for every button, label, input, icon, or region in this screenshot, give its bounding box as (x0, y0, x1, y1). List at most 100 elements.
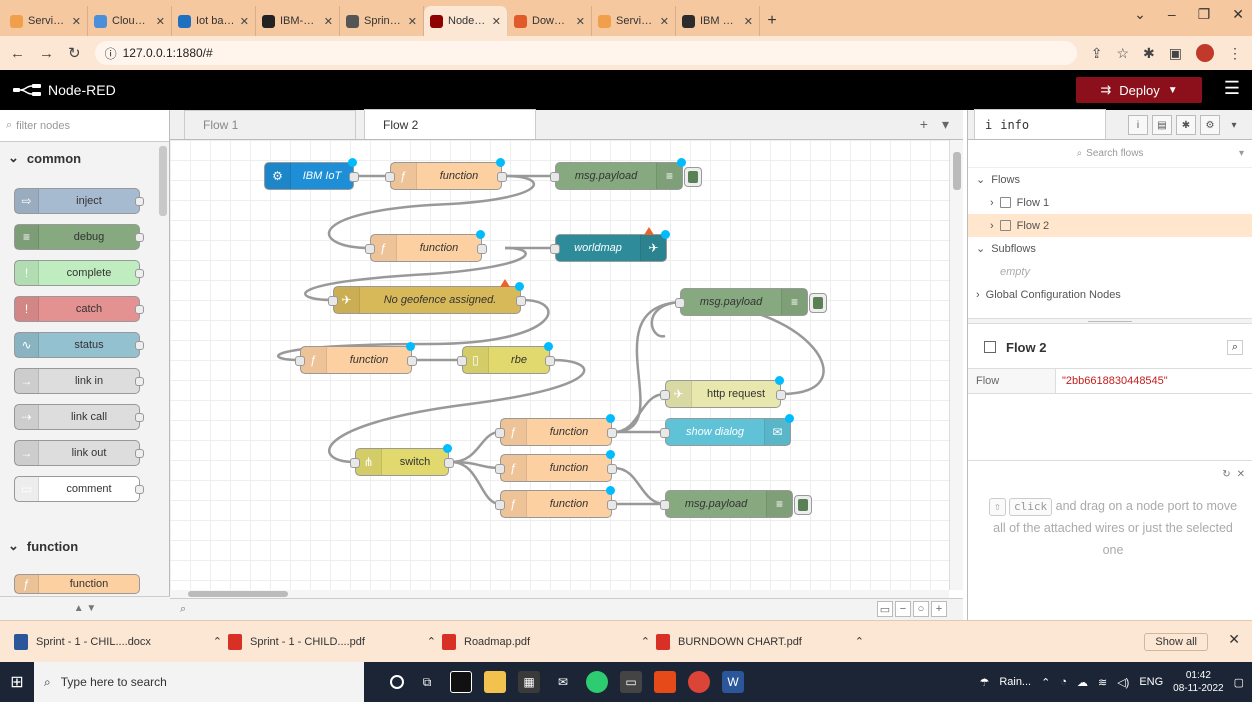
input-port[interactable] (660, 390, 670, 400)
chevron-down-icon[interactable]: ▾ (1239, 148, 1244, 159)
input-port[interactable] (550, 172, 560, 182)
palette-node-complete[interactable]: ! complete (14, 260, 144, 286)
close-tab-icon[interactable]: ✕ (492, 15, 501, 28)
weather-icon[interactable]: ☂ (979, 676, 989, 689)
close-tab-icon[interactable]: ✕ (72, 15, 81, 28)
bookmark-star-icon[interactable]: ☆ (1116, 45, 1129, 62)
download-item[interactable]: Sprint - 1 - CHIL....docx ⌃ (8, 633, 222, 650)
taskbar-search[interactable]: ⌕ Type here to search (34, 662, 364, 702)
browser-tab[interactable]: Node-RED ✕ (424, 6, 508, 36)
debug-bug-icon[interactable]: ✱ (1176, 115, 1196, 135)
output-port[interactable] (407, 356, 417, 366)
show-all-button[interactable]: Show all (1144, 633, 1208, 651)
input-port[interactable] (350, 458, 360, 468)
zoom-in-button[interactable]: + (931, 601, 947, 617)
collapse-all-icon[interactable]: ▲ ▼ (74, 603, 97, 614)
input-port[interactable] (295, 356, 305, 366)
scrollbar-thumb[interactable] (188, 591, 288, 597)
node-http-request[interactable]: ✈ http request (660, 376, 786, 408)
close-downloads-icon[interactable]: ✕ (1228, 631, 1240, 648)
url-bar[interactable]: ⓘ 127.0.0.1:1880/# (94, 41, 1077, 65)
browser-tab[interactable]: Service De ✕ (4, 6, 88, 36)
tray-chevron-icon[interactable]: ⌃ (1041, 676, 1050, 689)
node-switch[interactable]: ⋔ switch (350, 444, 454, 476)
tree-global-config[interactable]: › Global Configuration Nodes (968, 283, 1252, 306)
notifications-icon[interactable]: ▢ (1234, 676, 1244, 689)
zoom-reset-button[interactable]: ○ (913, 601, 929, 617)
input-port[interactable] (365, 244, 375, 254)
browser-menu-icon[interactable]: ⋮ (1228, 45, 1242, 62)
node-rbe[interactable]: ▯ rbe (457, 342, 555, 374)
palette-node-debug[interactable]: ≡ debug (14, 224, 144, 250)
app-black-icon[interactable] (450, 671, 472, 693)
palette-category-function[interactable]: ⌄ function (0, 530, 78, 562)
input-port[interactable] (328, 296, 338, 306)
add-flow-icon[interactable]: + (920, 116, 928, 133)
tab-search-icon[interactable]: ⌄ (1134, 6, 1146, 23)
profile-avatar[interactable] (1196, 44, 1214, 62)
palette-node-comment[interactable]: ▭ comment (14, 476, 144, 502)
back-button[interactable]: ← (10, 45, 25, 62)
close-tab-icon[interactable]: ✕ (576, 15, 585, 28)
search-icon[interactable]: ⌕ (180, 603, 186, 616)
close-tab-icon[interactable]: ✕ (324, 15, 333, 28)
output-port[interactable] (497, 172, 507, 182)
download-item[interactable]: BURNDOWN CHART.pdf ⌃ (650, 633, 864, 650)
flow-canvas[interactable]: ⚙ IBM IoT ƒ function msg.payload ≡ ƒ fun… (170, 140, 949, 590)
browser-tab[interactable]: Sprint - 1 ✕ (340, 6, 424, 36)
reload-button[interactable]: ↻ (68, 44, 81, 62)
browser-tab[interactable]: Cloudant ✕ (88, 6, 172, 36)
palette-scrollbar[interactable] (159, 146, 167, 216)
search-icon[interactable]: ⌕ (1226, 339, 1243, 355)
palette-node-link-in[interactable]: → link in (14, 368, 144, 394)
input-port[interactable] (495, 428, 505, 438)
info-icon[interactable]: i (1128, 115, 1148, 135)
deploy-button[interactable]: ⇉ Deploy ▼ (1076, 77, 1202, 103)
tree-subflows[interactable]: ⌄ Subflows (968, 237, 1252, 260)
node-ibm-iot[interactable]: ⚙ IBM IoT (264, 158, 359, 190)
input-port[interactable] (675, 298, 685, 308)
close-tab-icon[interactable]: ✕ (660, 15, 669, 28)
language-indicator[interactable]: ENG (1139, 676, 1163, 688)
node-show-dialog[interactable]: show dialog ✉ (660, 414, 794, 446)
flow-list-icon[interactable]: ▾ (942, 116, 949, 133)
deploy-dropdown-icon[interactable]: ▼ (1168, 85, 1178, 96)
maximize-button[interactable]: ❐ (1198, 6, 1211, 23)
input-port[interactable] (660, 428, 670, 438)
output-port[interactable] (776, 390, 786, 400)
input-port[interactable] (457, 356, 467, 366)
clock[interactable]: 01:42 08-11-2022 (1173, 669, 1223, 695)
node-msg-payload[interactable]: msg.payload ≡ (550, 158, 702, 190)
output-port[interactable] (516, 296, 526, 306)
node-function[interactable]: ƒ function (365, 230, 487, 262)
refresh-tip-icon[interactable]: ↻ (1222, 469, 1230, 480)
canvas-vertical-scrollbar[interactable] (949, 140, 963, 590)
browser-tab[interactable]: IBM Wats ✕ (676, 6, 760, 36)
store-icon[interactable]: ▦ (518, 671, 540, 693)
close-tab-icon[interactable]: ✕ (240, 15, 249, 28)
side-panel-icon[interactable]: ▣ (1169, 45, 1182, 62)
extensions-icon[interactable]: ✱ (1143, 45, 1155, 62)
node-function[interactable]: ƒ function (495, 450, 617, 482)
browser-tab[interactable]: Iot based ✕ (172, 6, 256, 36)
node-function[interactable]: ƒ function (495, 486, 617, 518)
close-tab-icon[interactable]: ✕ (408, 15, 417, 28)
navigator-icon[interactable]: ▭ (877, 601, 893, 617)
task-view-icon[interactable]: ⧉ (416, 671, 438, 693)
chevron-up-icon[interactable]: ⌃ (213, 635, 222, 648)
debug-toggle-button[interactable] (794, 495, 812, 515)
debug-toggle-button[interactable] (684, 167, 702, 187)
network-icon[interactable]: ◔ (1060, 676, 1067, 688)
node-geofence[interactable]: ✈ No geofence assigned. (328, 279, 526, 314)
input-port[interactable] (495, 500, 505, 510)
zoom-out-button[interactable]: − (895, 601, 911, 617)
tree-flow-2[interactable]: › Flow 2 (968, 214, 1252, 237)
output-port[interactable] (607, 428, 617, 438)
sidebar-splitter[interactable] (968, 318, 1252, 324)
tab-flow-2[interactable]: Flow 2 (364, 109, 536, 139)
chrome-icon[interactable] (688, 671, 710, 693)
close-tab-icon[interactable]: ✕ (156, 15, 165, 28)
palette-node-link-call[interactable]: ⇢ link call (14, 404, 144, 430)
output-port[interactable] (477, 244, 487, 254)
browser-tab[interactable]: Service De ✕ (592, 6, 676, 36)
